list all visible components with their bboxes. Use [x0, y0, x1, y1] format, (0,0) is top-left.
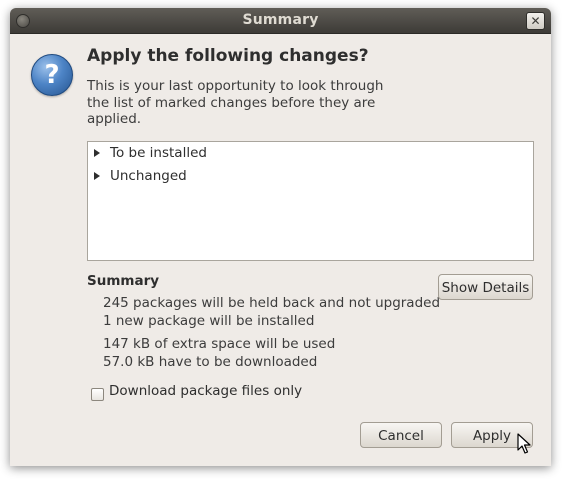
- window-title: Summary: [242, 12, 319, 28]
- expander-icon[interactable]: [94, 172, 100, 180]
- changes-tree[interactable]: To be installed Unchanged: [87, 141, 534, 261]
- tree-item-unchanged[interactable]: Unchanged: [92, 166, 187, 186]
- tree-item-to-be-installed[interactable]: To be installed: [92, 143, 207, 163]
- tree-item-label: Unchanged: [110, 168, 187, 184]
- download-only-checkbox[interactable]: [91, 388, 104, 401]
- mouse-pointer-icon: [517, 433, 531, 454]
- tree-item-label: To be installed: [110, 145, 207, 161]
- summary-dialog: Summary ✕ ? Apply the following changes?…: [10, 8, 551, 466]
- show-details-button[interactable]: Show Details: [438, 274, 533, 300]
- summary-line-download-size: 57.0 kB have to be downloaded: [103, 354, 318, 370]
- dialog-heading: Apply the following changes?: [87, 46, 369, 66]
- cancel-button[interactable]: Cancel: [360, 422, 442, 448]
- summary-line-new-package: 1 new package will be installed: [103, 313, 315, 329]
- dialog-description: This is your last opportunity to look th…: [87, 78, 384, 127]
- close-button[interactable]: ✕: [526, 12, 545, 30]
- titlebar: Summary ✕: [10, 8, 551, 34]
- summary-line-extra-space: 147 kB of extra space will be used: [103, 336, 336, 352]
- download-only-label[interactable]: Download package files only: [109, 383, 302, 399]
- question-icon: ?: [31, 54, 73, 96]
- summary-title: Summary: [87, 273, 160, 289]
- expander-icon[interactable]: [94, 149, 100, 157]
- summary-line-held-back: 245 packages will be held back and not u…: [103, 295, 441, 311]
